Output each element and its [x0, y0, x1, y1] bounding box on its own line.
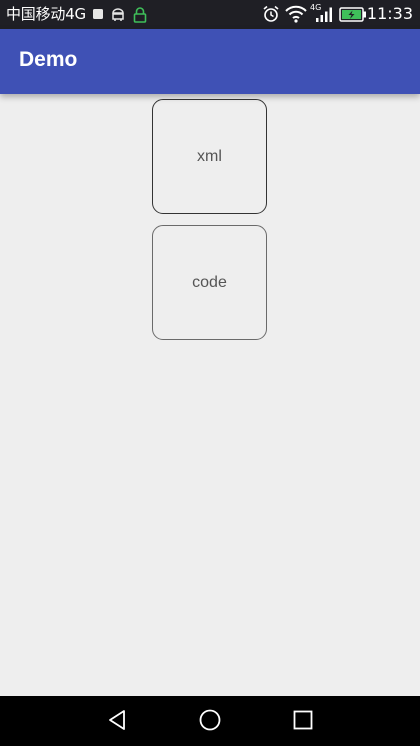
android-debug-icon	[110, 6, 126, 26]
signal-icon	[315, 6, 335, 27]
page-title: Demo	[19, 48, 78, 71]
xml-button-label: xml	[197, 147, 222, 165]
wifi-icon	[285, 5, 307, 27]
code-button[interactable]: code	[152, 225, 267, 340]
lock-icon	[132, 6, 148, 27]
status-time: 11:33	[366, 4, 413, 23]
battery-charging-icon	[339, 7, 367, 26]
carrier-label: 中国移动4G	[6, 5, 86, 23]
status-bar: 中国移动4G 4G 11:33	[0, 0, 420, 29]
code-button-label: code	[192, 273, 227, 291]
notification-square-icon	[92, 6, 104, 25]
alarm-icon	[262, 5, 280, 27]
back-icon[interactable]	[106, 708, 128, 736]
recents-icon[interactable]	[292, 708, 314, 736]
home-icon[interactable]	[198, 708, 222, 736]
app-bar: Demo	[0, 29, 420, 94]
navigation-bar	[0, 696, 420, 746]
xml-button[interactable]: xml	[152, 99, 267, 214]
